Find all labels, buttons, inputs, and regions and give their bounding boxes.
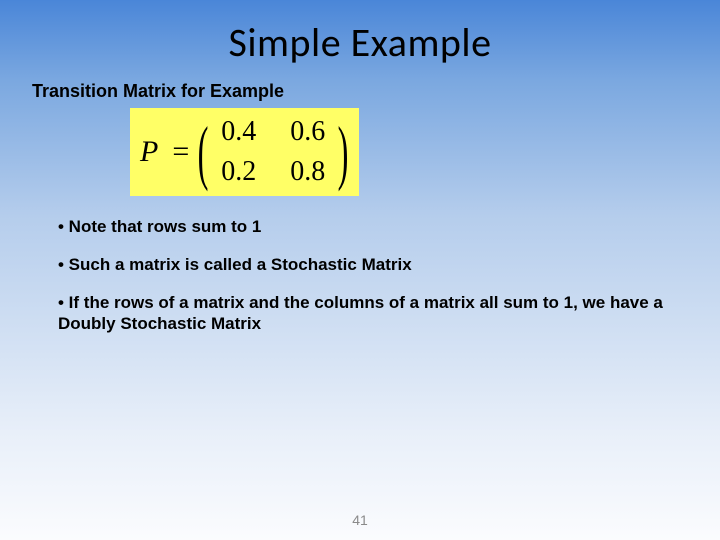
bullet-list: • Note that rows sum to 1 • Such a matri… xyxy=(58,216,668,335)
right-paren-icon: ) xyxy=(338,122,349,182)
transition-matrix: P = ( 0.4 0.6 0.2 0.8 ) xyxy=(130,108,359,196)
matrix-values: 0.4 0.6 0.2 0.8 xyxy=(215,114,331,190)
slide-subtitle: Transition Matrix for Example xyxy=(32,81,720,102)
matrix-variable: P xyxy=(140,135,158,169)
matrix-cell-11: 0.8 xyxy=(290,156,325,188)
bullet-3: • If the rows of a matrix and the column… xyxy=(58,292,668,336)
equals-sign: = xyxy=(172,135,189,169)
slide-title: Simple Example xyxy=(0,0,720,67)
left-paren-icon: ( xyxy=(198,122,209,182)
matrix-container: P = ( 0.4 0.6 0.2 0.8 ) xyxy=(130,108,720,196)
slide: Simple Example Transition Matrix for Exa… xyxy=(0,0,720,540)
bullet-1: • Note that rows sum to 1 xyxy=(58,216,668,238)
page-number: 41 xyxy=(0,512,720,528)
bullet-2: • Such a matrix is called a Stochastic M… xyxy=(58,254,668,276)
matrix-cell-01: 0.6 xyxy=(290,116,325,148)
matrix-cell-10: 0.2 xyxy=(221,156,256,188)
matrix-cell-00: 0.4 xyxy=(221,116,256,148)
